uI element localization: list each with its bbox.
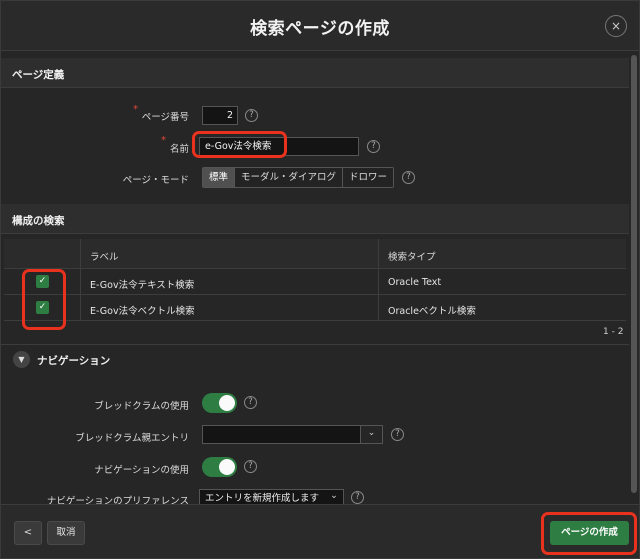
page-mode-selector[interactable]: 標準 モーダル・ダイアログ ドロワー: [202, 167, 395, 188]
row-label: E-Gov法令テキスト検索: [90, 280, 195, 291]
breadcrumb-parent-select[interactable]: [202, 425, 361, 444]
create-search-page-dialog: 検索ページの作成 × ページ定義 * ページ番号 2 ? * 名前 e-Gov法…: [0, 0, 640, 559]
search-config-section-title: 構成の検索: [12, 215, 65, 227]
page-mode-option-drawer[interactable]: ドロワー: [343, 168, 394, 187]
row-label: E-Gov法令ベクトル検索: [90, 306, 195, 317]
breadcrumb-use-label: ブレッドクラムの使用: [94, 401, 189, 412]
column-divider: [378, 239, 379, 321]
breadcrumb-parent-dropdown-button[interactable]: ⌄: [360, 425, 383, 444]
table-header-row: ラベル 検索タイプ: [4, 239, 626, 269]
page-number-help-icon[interactable]: ?: [245, 109, 258, 122]
cancel-button[interactable]: 取消: [47, 521, 85, 545]
page-mode-label: ページ・モード: [122, 175, 189, 186]
breadcrumb-parent-label: ブレッドクラム親エントリ: [75, 433, 189, 444]
table-pagination: 1 - 2: [603, 327, 624, 337]
navigation-use-help-icon[interactable]: ?: [244, 460, 257, 473]
close-icon: ×: [610, 19, 622, 33]
search-config-section-header: 構成の検索: [1, 204, 629, 234]
checkbox-highlight: [22, 269, 66, 330]
create-button-highlight: [541, 512, 637, 555]
page-mode-option-standard[interactable]: 標準: [203, 168, 236, 187]
column-divider: [80, 239, 81, 321]
navigation-section-title: ナビゲーション: [37, 355, 111, 367]
navigation-use-label: ナビゲーションの使用: [94, 465, 189, 476]
page-mode-option-modal-dialog[interactable]: モーダル・ダイアログ: [235, 168, 344, 187]
chevron-down-icon: ⌄: [330, 490, 338, 501]
name-label: 名前: [169, 144, 189, 155]
name-help-icon[interactable]: ?: [367, 140, 380, 153]
row-search-type: Oracle Text: [388, 277, 442, 288]
page-definition-section-header: ページ定義: [1, 58, 629, 88]
column-header-search-type: 検索タイプ: [388, 252, 436, 263]
breadcrumb-parent-help-icon[interactable]: ?: [391, 428, 404, 441]
chevron-left-icon: <: [23, 527, 33, 538]
breadcrumb-use-toggle[interactable]: [202, 393, 237, 413]
scrollbar-thumb[interactable]: [631, 55, 637, 493]
back-button[interactable]: <: [14, 521, 42, 545]
page-definition-section-title: ページ定義: [12, 69, 65, 81]
column-header-label: ラベル: [90, 252, 119, 263]
collapse-chevron-icon[interactable]: ▼: [13, 351, 30, 368]
dialog-footer: < 取消 ページの作成: [1, 504, 639, 558]
dialog-title: 検索ページの作成: [250, 19, 390, 39]
chevron-down-icon: ⌄: [367, 428, 376, 438]
close-button[interactable]: ×: [605, 15, 627, 37]
table-row[interactable]: ✓ E-Gov法令ベクトル検索 Oracleベクトル検索: [4, 295, 626, 321]
dialog-scrollbar[interactable]: [630, 53, 638, 503]
page-mode-help-icon[interactable]: ?: [402, 171, 415, 184]
table-row[interactable]: ✓ E-Gov法令テキスト検索 Oracle Text: [4, 269, 626, 295]
breadcrumb-use-help-icon[interactable]: ?: [244, 396, 257, 409]
navigation-pref-value: エントリを新規作成します: [205, 493, 320, 504]
page-number-input[interactable]: 2: [202, 106, 238, 125]
dialog-titlebar: 検索ページの作成 ×: [1, 1, 639, 51]
navigation-use-toggle[interactable]: [202, 457, 237, 477]
navigation-section-header[interactable]: ▼ ナビゲーション: [1, 344, 629, 374]
row-search-type: Oracleベクトル検索: [388, 306, 476, 317]
name-highlight: [192, 131, 287, 158]
page-number-label: ページ番号: [141, 112, 189, 123]
navigation-pref-help-icon[interactable]: ?: [351, 491, 364, 504]
